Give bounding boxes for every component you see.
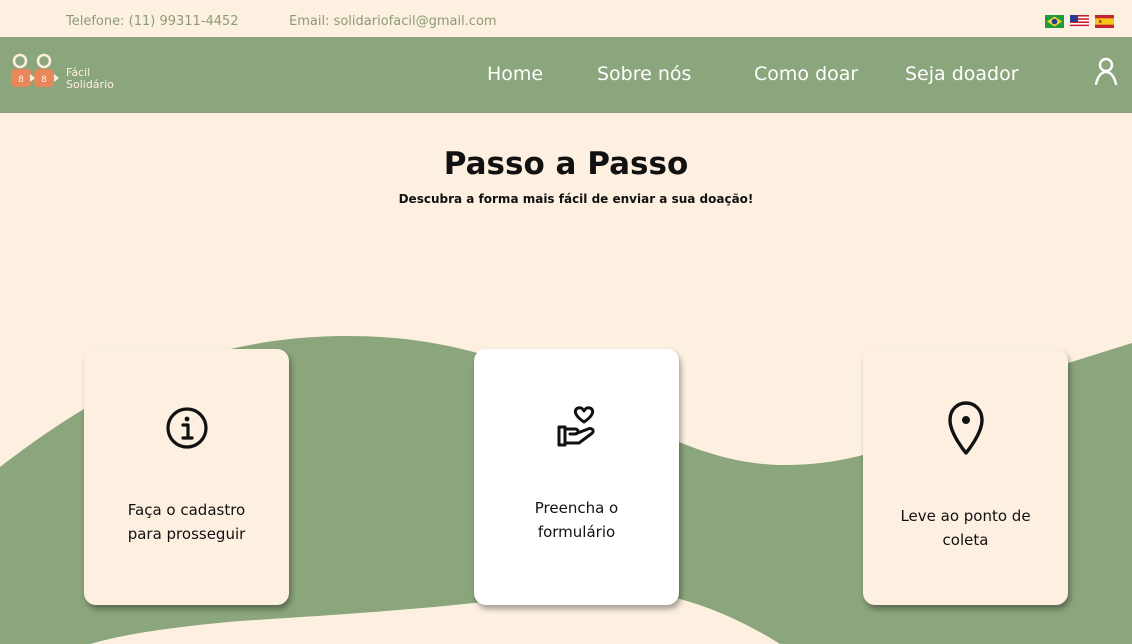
step-label-line-1: Leve ao ponto de	[900, 507, 1031, 525]
nav-home-link[interactable]: Home	[487, 63, 543, 85]
phone-text: Telefone: (11) 99311-4452	[66, 14, 239, 29]
nav-sobre-link[interactable]: Sobre nós	[597, 63, 691, 85]
info-icon	[165, 407, 208, 449]
step-card-cadastro[interactable]: Faça o cadastro para prosseguir	[84, 349, 289, 605]
nav-seja-doador-link[interactable]: Seja doador	[905, 63, 1019, 85]
step-label-line-2: coleta	[942, 531, 989, 549]
page-subtitle: Descubra a forma mais fácil de enviar a …	[398, 192, 754, 206]
logo-wordmark: Fácil Solidário	[66, 67, 114, 91]
step-card-ponto-coleta[interactable]: Leve ao ponto de coleta	[863, 349, 1068, 605]
step-label: Leve ao ponto de coleta	[873, 504, 1058, 552]
main-navbar: 8 8 Fácil Solidário Home Sobre nós Como …	[0, 37, 1132, 113]
step-label: Faça o cadastro para prosseguir	[94, 498, 279, 546]
email-text: Email: solidariofacil@gmail.com	[289, 14, 497, 29]
location-pin-icon	[947, 401, 984, 455]
svg-text:8: 8	[41, 75, 47, 85]
logo-people-icon: 8 8	[11, 53, 59, 87]
step-label: Preencha o formulário	[484, 496, 669, 544]
page-title: Passo a Passo	[443, 146, 689, 182]
logo-line-2: Solidário	[66, 78, 114, 91]
usa-flag-icon[interactable]	[1070, 15, 1089, 28]
brazil-flag-icon[interactable]	[1045, 15, 1064, 28]
user-icon[interactable]	[1094, 57, 1118, 85]
step-label-line-2: formulário	[537, 523, 616, 541]
step-label-line-2: para prosseguir	[127, 525, 246, 543]
spain-flag-icon[interactable]	[1095, 15, 1114, 28]
nav-como-doar-link[interactable]: Como doar	[754, 63, 858, 85]
top-contact-bar: Telefone: (11) 99311-4452 Email: solidar…	[0, 0, 1132, 37]
step-card-formulario[interactable]: Preencha o formulário	[474, 349, 679, 605]
heart-hand-icon	[557, 406, 595, 447]
step-label-line-1: Preencha o	[534, 499, 619, 517]
language-switcher	[1045, 15, 1114, 28]
brand-logo[interactable]: 8 8 Fácil Solidário	[8, 53, 138, 97]
svg-text:8: 8	[18, 75, 24, 85]
step-label-line-1: Faça o cadastro	[127, 501, 246, 519]
